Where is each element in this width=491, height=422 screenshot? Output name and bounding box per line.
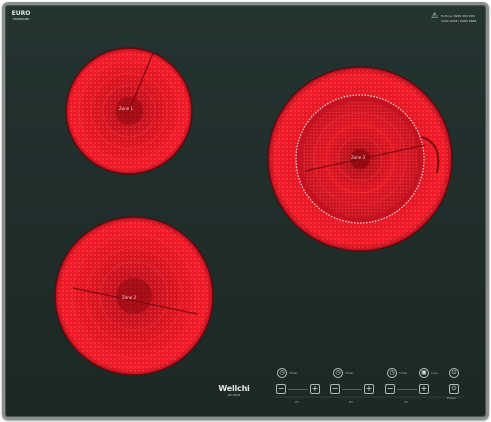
timer-label-2: Timer [345,371,354,375]
timer-label-1: Timer [289,371,298,375]
brand-name: Wellchi [218,384,250,393]
zone-label-right: Zone 3 [351,155,365,160]
cooking-zone-top-left[interactable] [65,47,193,175]
zone3-minus-button[interactable]: − [385,384,395,394]
hotline-line-1: Hotline: 0965 909 999 [441,14,475,18]
model-number: WI-3005 [227,393,241,397]
brand-logo: Wellchi WI-3005 [214,384,254,404]
zone2-plus-button[interactable]: + [364,384,374,394]
euro-standard-logo: EURO STANDARD [10,11,32,31]
zone-tag-3: Z3 [404,400,408,404]
ceramic-cooktop: EURO STANDARD ⚠ Hotline: 0965 909 999 19… [2,2,489,420]
zone2-minus-button[interactable]: − [330,384,340,394]
zone-tag-1: Z1 [295,400,299,404]
warning-triangle-icon: ⚠ [431,11,439,20]
zone1-minus-button[interactable]: − [276,384,286,394]
lock-label: Lock [431,371,438,375]
zone3-level-bar [397,389,417,390]
zone-label-top-left: Zone 1 [119,106,133,111]
zone2-level-bar [342,389,362,390]
zone-tag-2: Z2 [349,400,353,404]
zone1-plus-button[interactable]: + [310,384,320,394]
timer-icon[interactable]: ◷ [333,368,343,378]
cooktop-surface [54,47,465,398]
power-icon[interactable]: ⏻ [449,368,459,378]
hotline-line-2: 1900 0008 / 0965 6888 [441,19,477,23]
zone3-plus-button[interactable]: + [419,384,429,394]
timer-icon[interactable]: ◷ [277,368,287,378]
euro-logo-bottom: STANDARD [12,17,30,21]
hotline-notice: ⚠ Hotline: 0965 909 999 1900 0008 / 0965… [431,11,486,29]
lock-icon[interactable]: ▣ [419,368,429,378]
power-button[interactable]: ⏻ [449,384,459,394]
zone-label-bottom-left: Zone 2 [122,295,136,300]
zone1-level-bar [288,389,308,390]
timer-label-3: Timer [399,371,408,375]
timer-icon[interactable]: ◷ [387,368,397,378]
power-label: Power [447,396,457,400]
